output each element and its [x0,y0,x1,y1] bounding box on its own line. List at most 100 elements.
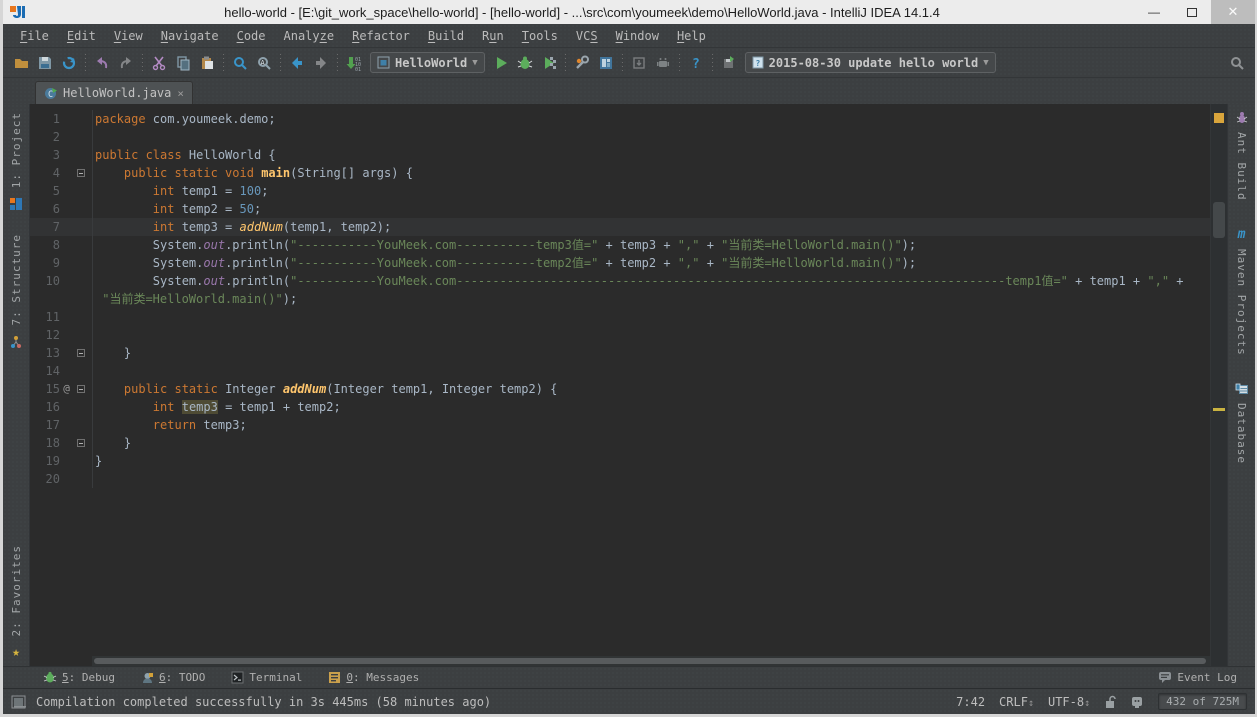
tab-close-icon[interactable]: × [177,87,184,100]
line-number[interactable]: 5 [30,182,60,200]
favorites-star-icon[interactable]: ★ [8,644,24,660]
close-button[interactable]: ✕ [1211,0,1255,24]
gutter[interactable]: 20 [30,470,92,488]
toolbtn-structure[interactable]: 7: Structure [10,234,23,325]
code-line-6[interactable]: 6 int temp2 = 50; [30,200,1210,218]
gutter[interactable]: 17 [30,416,92,434]
fold-marker-icon[interactable] [77,349,85,357]
code-line-14[interactable]: 14 [30,362,1210,380]
cut-icon[interactable] [147,51,171,75]
back-icon[interactable] [285,51,309,75]
gutter[interactable]: 2 [30,128,92,146]
line-number[interactable]: 4 [30,164,60,182]
code-text[interactable]: int temp3 = addNum(temp1, temp2); [92,218,1210,236]
toolbtn-maven-projects[interactable]: Maven Projects [1235,249,1248,356]
find-icon[interactable] [228,51,252,75]
redo-icon[interactable] [114,51,138,75]
gutter[interactable]: 18 [30,434,92,452]
gutter[interactable]: 19 [30,452,92,470]
caret-position[interactable]: 7:42 [956,695,985,709]
gutter[interactable]: 4 [30,164,92,182]
fold-marker-icon[interactable] [77,439,85,447]
menu-tools[interactable]: Tools [513,29,567,43]
line-number[interactable]: 9 [30,254,60,272]
gutter[interactable]: 13 [30,344,92,362]
run-configuration-combo[interactable]: HelloWorld ▼ [370,52,485,73]
event-log-button[interactable]: Event Log [1158,671,1237,684]
save-all-icon[interactable] [33,51,57,75]
code-text[interactable]: public static Integer addNum(Integer tem… [92,380,1210,398]
maven-icon[interactable]: m [1234,227,1250,243]
run-icon[interactable] [489,51,513,75]
menu-file[interactable]: File [11,29,58,43]
menu-code[interactable]: Code [228,29,275,43]
line-number[interactable]: 13 [30,344,60,362]
menu-run[interactable]: Run [473,29,513,43]
toolbtn-ant-build[interactable]: Ant Build [1235,132,1248,201]
line-number[interactable]: 15 [30,380,60,398]
code-text[interactable]: "当前类=HelloWorld.main()"); [92,290,1210,308]
toolbtn-messages[interactable]: 0: Messages [328,671,419,684]
gutter[interactable]: 1 [30,110,92,128]
code-line-18[interactable]: 18 } [30,434,1210,452]
code-text[interactable]: int temp1 = 100; [92,182,1210,200]
code-text[interactable] [92,326,1210,344]
menu-help[interactable]: Help [668,29,715,43]
ant-icon[interactable] [1234,110,1250,126]
toolbtn-database[interactable]: Database [1235,403,1248,464]
code-text[interactable]: } [92,452,1210,470]
android-icon[interactable] [651,51,675,75]
line-number[interactable]: 17 [30,416,60,434]
toolbtn-favorites[interactable]: 2: Favorites [10,545,23,636]
gutter[interactable]: 9 [30,254,92,272]
line-number[interactable] [30,290,60,308]
code-line-wrap[interactable]: "当前类=HelloWorld.main()"); [30,290,1210,308]
code-text[interactable]: int temp3 = temp1 + temp2; [92,398,1210,416]
update-project-icon[interactable]: 011001 [342,51,366,75]
gutter[interactable]: 11 [30,308,92,326]
gutter[interactable]: 7 [30,218,92,236]
line-number[interactable]: 1 [30,110,60,128]
menu-refactor[interactable]: Refactor [343,29,419,43]
code-text[interactable]: return temp3; [92,416,1210,434]
code-line-12[interactable]: 12 [30,326,1210,344]
hector-inspections-icon[interactable] [1130,695,1144,709]
vcs-commit-icon[interactable] [717,51,741,75]
synchronize-icon[interactable] [57,51,81,75]
menu-navigate[interactable]: Navigate [152,29,228,43]
menu-window[interactable]: Window [607,29,668,43]
vcs-changelist-combo[interactable]: ? 2015-08-30 update hello world ▼ [745,52,996,73]
line-number[interactable]: 8 [30,236,60,254]
gutter[interactable]: 12 [30,326,92,344]
code-line-5[interactable]: 5 int temp1 = 100; [30,182,1210,200]
line-ending-selector[interactable]: CRLF↕ [999,695,1034,709]
encoding-selector[interactable]: UTF-8↕ [1048,695,1090,709]
line-number[interactable]: 16 [30,398,60,416]
code-line-15[interactable]: 15@ public static Integer addNum(Integer… [30,380,1210,398]
gutter[interactable]: 16 [30,398,92,416]
toolbtn-terminal[interactable]: Terminal [231,671,302,684]
code-line-9[interactable]: 9 System.out.println("-----------YouMeek… [30,254,1210,272]
memory-indicator[interactable]: 432 of 725M [1158,693,1247,710]
line-number[interactable]: 14 [30,362,60,380]
toolwindow-toggle-icon[interactable] [11,695,26,709]
code-line-7[interactable]: 7 int temp3 = addNum(temp1, temp2); [30,218,1210,236]
code-line-4[interactable]: 4 public static void main(String[] args)… [30,164,1210,182]
search-everywhere-icon[interactable] [1225,51,1249,75]
code-line-2[interactable]: 2 [30,128,1210,146]
code-line-20[interactable]: 20 [30,470,1210,488]
gutter[interactable]: 3 [30,146,92,164]
line-number[interactable]: 3 [30,146,60,164]
code-text[interactable]: System.out.println("-----------YouMeek.c… [92,272,1210,290]
open-icon[interactable] [9,51,33,75]
line-number[interactable]: 10 [30,272,60,290]
forward-icon[interactable] [309,51,333,75]
database-icon[interactable] [1234,381,1250,397]
project-icon[interactable] [8,196,24,212]
vscroll-thumb[interactable] [1213,202,1225,238]
error-stripe[interactable] [1210,104,1227,666]
hscroll-thumb[interactable] [94,658,1206,664]
code-text[interactable] [92,470,1210,488]
fold-marker-icon[interactable] [77,385,85,393]
maximize-button[interactable] [1173,2,1211,22]
